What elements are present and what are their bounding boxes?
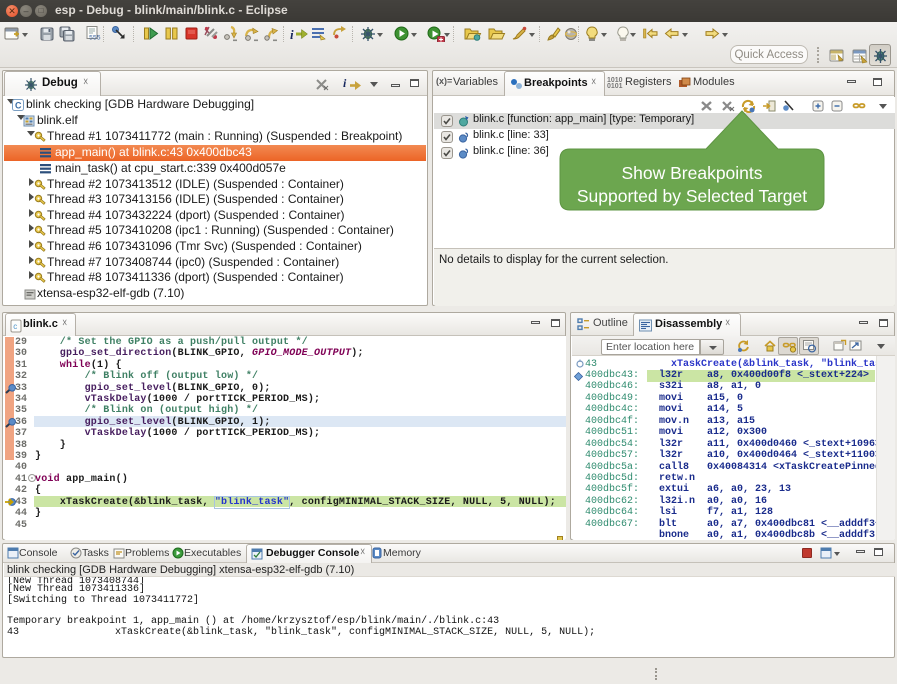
svg-text:C: C	[15, 101, 22, 111]
svg-text:Show Breakpoints: Show Breakpoints	[621, 163, 762, 183]
svg-text:c: c	[13, 322, 17, 331]
svg-text:Supported by Selected Target: Supported by Selected Target	[577, 186, 807, 206]
svg-text:555: 555	[89, 35, 101, 42]
